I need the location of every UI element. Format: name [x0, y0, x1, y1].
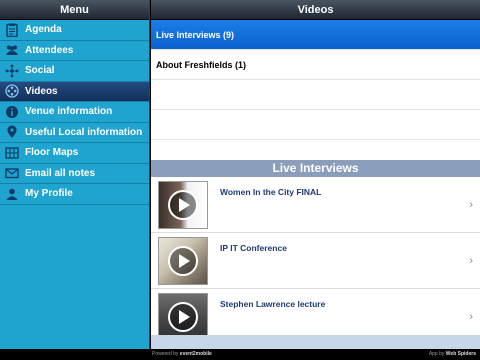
app-by-prefix: App by — [428, 351, 445, 357]
floor-map-icon — [4, 145, 19, 160]
video-thumbnail — [158, 236, 208, 285]
section-title: Live Interviews — [151, 160, 480, 177]
sidebar-item-label: My Profile — [25, 188, 73, 200]
sidebar-item-social[interactable]: Social — [0, 61, 149, 82]
sidebar-title: Menu — [0, 0, 149, 20]
video-thumbnail — [158, 292, 208, 341]
play-icon — [168, 189, 198, 220]
sidebar-item-venue-information[interactable]: Venue information — [0, 102, 149, 123]
sidebar-item-videos[interactable]: Videos — [0, 81, 149, 102]
sidebar-item-label: Attendees — [25, 44, 74, 56]
map-pin-icon — [4, 125, 19, 140]
sidebar-item-label: Videos — [25, 85, 58, 97]
powered-by-credit[interactable]: Powered by event2mobile — [152, 349, 212, 360]
info-icon — [4, 104, 19, 119]
sidebar-item-floor-maps[interactable]: Floor Maps — [0, 143, 149, 164]
sidebar-item-attendees[interactable]: Attendees — [0, 41, 149, 61]
sidebar-item-email-all-notes[interactable]: Email all notes — [0, 164, 149, 184]
play-icon — [168, 301, 198, 332]
app-by-credit[interactable]: App by Web Spiders — [429, 349, 476, 360]
play-icon — [168, 245, 198, 276]
sidebar-item-label: Email all notes — [25, 167, 96, 179]
video-list-item[interactable]: Women In the City FINAL › — [151, 177, 480, 233]
sidebar-item-agenda[interactable]: Agenda — [0, 20, 149, 41]
person-icon — [4, 186, 19, 201]
category-label: Live Interviews (9) — [156, 29, 235, 40]
envelope-icon — [4, 166, 19, 181]
chevron-right-icon: › — [469, 254, 473, 267]
video-title: Women In the City FINAL — [220, 186, 322, 197]
video-list-item[interactable]: IP IT Conference › — [151, 233, 480, 289]
video-thumbnail — [158, 180, 208, 229]
sidebar-item-useful-local-information[interactable]: Useful Local information — [0, 123, 149, 143]
main-panel: Videos Live Interviews (9) About Freshfi… — [151, 0, 480, 349]
clipboard-icon — [4, 22, 19, 37]
app-by-brand: Web Spiders — [445, 351, 476, 357]
page-title: Videos — [151, 0, 480, 20]
sidebar-item-my-profile[interactable]: My Profile — [0, 184, 149, 205]
sidebar-item-label: Floor Maps — [25, 147, 79, 159]
share-icon — [4, 63, 19, 78]
film-reel-icon — [4, 84, 19, 99]
sidebar-item-label: Venue information — [25, 106, 113, 118]
category-live-interviews[interactable]: Live Interviews (9) — [151, 20, 480, 50]
category-list: Live Interviews (9) About Freshfields (1… — [151, 20, 480, 160]
chevron-right-icon: › — [469, 310, 473, 323]
sidebar-item-label: Useful Local information — [25, 126, 143, 138]
footer: Powered by event2mobile App by Web Spide… — [0, 349, 480, 360]
empty-row — [151, 80, 480, 110]
video-title: Stephen Lawrence lecture — [220, 298, 326, 309]
category-label: About Freshfields (1) — [156, 59, 247, 70]
powered-by-prefix: Powered by — [152, 351, 179, 357]
people-icon — [4, 43, 19, 58]
sidebar: Menu Agenda Attendees Social Videos Venu… — [0, 0, 150, 349]
list-bottom-divider — [151, 335, 480, 349]
video-title: IP IT Conference — [220, 242, 287, 253]
category-about-freshfields[interactable]: About Freshfields (1) — [151, 50, 480, 80]
chevron-right-icon: › — [469, 198, 473, 211]
sidebar-item-label: Social — [25, 65, 55, 77]
sidebar-item-label: Agenda — [25, 24, 62, 36]
empty-row — [151, 110, 480, 140]
powered-by-brand: event2mobile — [179, 351, 212, 357]
